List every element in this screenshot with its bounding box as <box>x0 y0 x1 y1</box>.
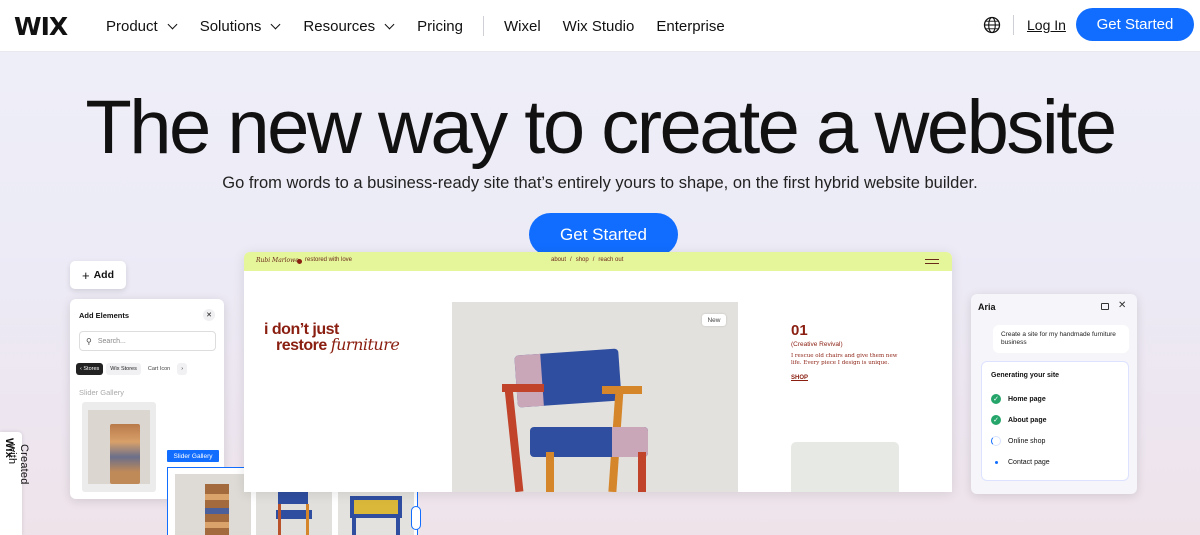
search-placeholder: Search... <box>97 337 126 345</box>
chevron-down-icon <box>384 19 395 29</box>
nav-item-label: Solutions <box>199 17 262 35</box>
chip-label: Stores <box>83 366 100 372</box>
chevron-down-icon <box>270 19 281 29</box>
chevron-down-icon <box>167 19 178 29</box>
loading-spinner-icon <box>991 436 1001 446</box>
preview-link-sep: / <box>592 257 595 263</box>
hero-subhead: Go from words to a business-ready site t… <box>222 174 978 192</box>
step-home-page: ✓ Home page <box>991 394 1046 404</box>
step-contact-page: Contact page <box>991 457 1050 467</box>
preview-brand: Rubi Marlowe <box>256 257 299 264</box>
nav-item-enterprise[interactable]: Enterprise <box>656 18 724 35</box>
collection-description: I rescue old chairs and give them new li… <box>791 353 898 366</box>
nav-menu: Product Solutions Resources Pricing Wixe… <box>106 0 749 52</box>
section-label: Slider Gallery <box>79 388 125 397</box>
login-link[interactable]: Log In <box>1027 17 1066 33</box>
category-chips: ‹ Stores Wix Stores Cart Icon › <box>76 361 218 377</box>
step-label: Home page <box>1008 395 1046 403</box>
site-preview: Rubi Marlowe restored with love about / … <box>244 252 952 492</box>
chair-back <box>514 348 622 408</box>
chair-leg <box>546 452 554 492</box>
created-with-wix-text: Created with Wix <box>3 438 30 485</box>
created-with-wix-badge[interactable]: Created with Wix <box>0 432 30 535</box>
product-card <box>791 442 899 492</box>
resize-handle[interactable] <box>411 506 421 530</box>
aria-panel: Aria ✕ Create a site for my handmade fur… <box>971 294 1137 494</box>
badge-text: Created with <box>6 444 30 485</box>
menu-icon[interactable] <box>925 259 939 264</box>
thumbnail-image <box>88 410 150 484</box>
search-input[interactable]: ⚲ Search... <box>79 331 216 351</box>
hero-headline: The new way to create a website <box>85 85 1117 170</box>
step-label: Contact page <box>1008 458 1050 466</box>
chair-leg <box>638 452 646 492</box>
nav-item-label: Product <box>106 17 158 35</box>
nav-item-product[interactable]: Product <box>106 17 178 35</box>
chair-hero-image <box>452 302 738 492</box>
step-about-page: ✓ About page <box>991 415 1047 425</box>
nav-divider <box>482 16 484 36</box>
globe-icon[interactable] <box>983 16 1001 34</box>
preview-nav: about / shop / reach out <box>551 257 627 263</box>
chat-icon[interactable] <box>1101 303 1109 310</box>
generating-label: Generating your site <box>991 372 1060 379</box>
chair-back-accent <box>514 353 544 408</box>
step-label: About page <box>1008 416 1047 424</box>
nav-item-label: Resources <box>303 17 376 35</box>
chair-arm <box>502 384 544 392</box>
get-started-button[interactable]: Get Started <box>1076 8 1194 41</box>
preview-headline-italic: furniture <box>330 335 400 354</box>
slide-image <box>175 474 251 535</box>
add-button[interactable]: + Add <box>70 261 126 289</box>
nav-item-resources[interactable]: Resources <box>303 17 395 35</box>
bullet-icon <box>991 457 1001 467</box>
add-label: Add <box>93 269 114 281</box>
shop-link[interactable]: SHOP <box>791 375 808 381</box>
close-icon[interactable]: ✕ <box>1118 300 1126 311</box>
nav-divider <box>1013 15 1014 35</box>
step-label: Online shop <box>1008 437 1046 445</box>
generation-card: Generating your site ✓ Home page ✓ About… <box>981 361 1129 481</box>
search-icon: ⚲ <box>86 336 92 346</box>
top-nav: WIX Product Solutions Resources Pricing … <box>0 0 1200 52</box>
preview-headline-word: restore <box>276 337 331 354</box>
stools-image <box>175 474 251 535</box>
nav-item-wixel[interactable]: Wixel <box>504 18 541 35</box>
chip-cart-icon[interactable]: Cart Icon <box>144 363 174 375</box>
stool-image <box>110 424 140 484</box>
nav-item-label: Pricing <box>417 17 463 35</box>
chip-stores[interactable]: ‹ Stores <box>76 363 104 375</box>
nav-item-solutions[interactable]: Solutions <box>199 17 281 35</box>
nav-item-pricing[interactable]: Pricing <box>417 18 463 35</box>
step-online-shop: Online shop <box>991 436 1045 446</box>
preview-tagline: restored with love <box>305 257 353 263</box>
nav-item-wix-studio[interactable]: Wix Studio <box>563 18 635 35</box>
new-badge: New <box>702 314 726 326</box>
close-icon[interactable]: ✕ <box>203 309 215 321</box>
chip-wix-stores[interactable]: Wix Stores <box>106 363 141 375</box>
preview-headline-line2: restore furniture <box>264 335 400 354</box>
check-icon: ✓ <box>991 394 1001 404</box>
preview-link-shop[interactable]: shop <box>576 257 589 263</box>
preview-headline: i don’t just restore furniture <box>264 322 400 354</box>
aria-title: Aria <box>978 302 996 312</box>
chair-arm <box>602 386 642 394</box>
user-prompt: Create a site for my handmade furniture … <box>993 325 1129 353</box>
collection-number: 01 <box>791 322 808 339</box>
slider-gallery-thumbnail[interactable] <box>82 402 156 492</box>
preview-link-sep: / <box>570 257 572 263</box>
preview-link-reach-out[interactable]: reach out <box>598 257 623 263</box>
collection-name: (Creative Revival) <box>791 341 843 348</box>
preview-header: Rubi Marlowe restored with love about / … <box>244 252 952 271</box>
wix-logo[interactable]: WIX <box>14 12 68 41</box>
dot-icon <box>297 259 302 264</box>
check-icon: ✓ <box>991 415 1001 425</box>
panel-title: Add Elements <box>79 311 130 320</box>
chevron-right-icon[interactable]: › <box>177 363 188 375</box>
selected-element-badge: Slider Gallery <box>167 450 219 462</box>
hero-get-started-button[interactable]: Get Started <box>529 213 678 256</box>
preview-link-about[interactable]: about <box>551 257 566 263</box>
plus-icon: + <box>81 267 90 283</box>
